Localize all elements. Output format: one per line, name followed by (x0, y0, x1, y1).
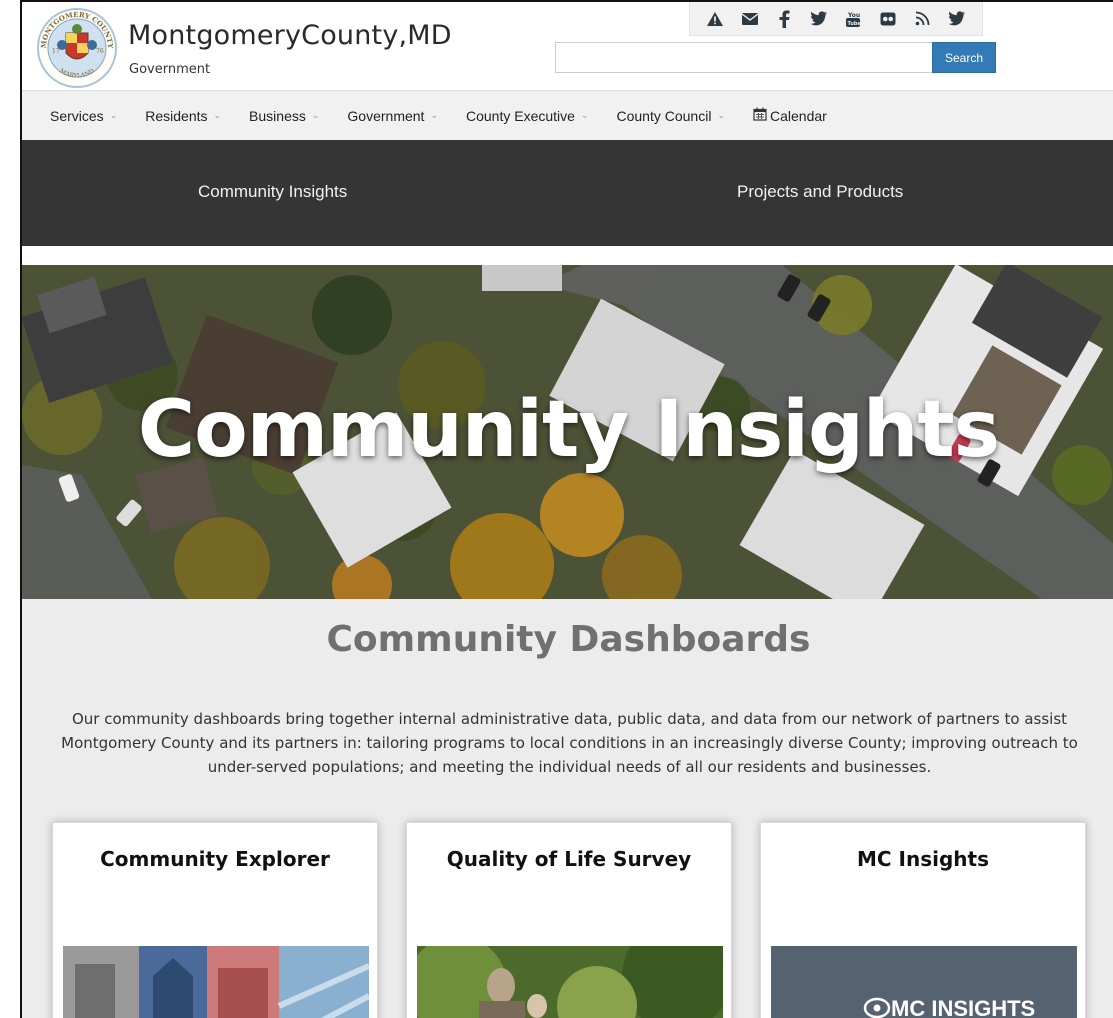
email-icon[interactable] (740, 9, 760, 29)
chevron-down-icon: ⌄ (430, 110, 438, 120)
card-title: Quality of Life Survey (446, 847, 692, 871)
nav-item-business[interactable]: Business ⌄ (249, 108, 319, 124)
county-seal-logo[interactable]: MONTGOMERY COUNTY MARYLAND 17 76 (36, 7, 118, 89)
subnav-projects-products[interactable]: Projects and Products (737, 182, 903, 202)
site-header: MONTGOMERY COUNTY MARYLAND 17 76 Montgom… (22, 2, 1113, 90)
nav-item-label: Residents (145, 107, 208, 124)
svg-text:17: 17 (52, 48, 60, 55)
subnav-community-insights[interactable]: Community Insights (198, 182, 347, 202)
hero-title: Community Insights (137, 385, 1000, 475)
chevron-down-icon: ⌄ (311, 110, 320, 120)
card-quality-of-life-survey[interactable]: Quality of Life Survey (406, 822, 732, 1018)
page-frame: MONTGOMERY COUNTY MARYLAND 17 76 Montgom… (20, 0, 1113, 1018)
rss-icon[interactable] (912, 9, 932, 29)
youtube-icon[interactable]: You Tube (843, 9, 863, 29)
nav-item-label: Government (347, 107, 425, 124)
section-subnav: Community Insights Projects and Products (22, 140, 1113, 246)
social-links-bar: You Tube (689, 2, 983, 36)
nav-item-label: County Council (616, 107, 712, 124)
nav-item-label: Services (50, 107, 104, 124)
card-community-explorer[interactable]: Community Explorer (52, 822, 378, 1018)
card-mc-insights[interactable]: MC Insights MC INSIGHTS (760, 822, 1086, 1018)
nav-item-label: Business (249, 107, 306, 124)
nav-item-residents[interactable]: Residents ⌄ (145, 108, 221, 124)
card-title: Community Explorer (100, 847, 330, 871)
flickr-icon[interactable] (878, 9, 898, 29)
twitter-icon[interactable] (947, 9, 967, 29)
search-button[interactable]: Search (932, 42, 996, 73)
alert-icon[interactable] (705, 9, 725, 29)
svg-text:You: You (847, 12, 860, 19)
nav-item-county-council[interactable]: County Council ⌄ (617, 108, 725, 124)
calendar-icon (753, 107, 767, 124)
chevron-down-icon: ⌄ (109, 110, 118, 120)
nav-item-services[interactable]: Services ⌄ (50, 108, 117, 124)
twitter-icon[interactable] (809, 9, 829, 29)
search-input[interactable] (555, 42, 932, 73)
svg-text:76: 76 (96, 48, 104, 55)
card-title: MC Insights (856, 847, 989, 871)
hero-banner: Community Insights (22, 265, 1113, 599)
nav-item-government[interactable]: Government ⌄ (347, 108, 438, 124)
card-image[interactable]: MC INSIGHTS (771, 946, 1077, 1018)
section-title: Community Dashboards (326, 619, 811, 660)
facebook-icon[interactable] (774, 9, 794, 29)
nav-item-label: Calendar (769, 107, 827, 124)
nav-item-label: County Executive (466, 107, 575, 124)
site-brand-name[interactable]: MontgomeryCounty,MD (128, 20, 452, 51)
chevron-down-icon: ⌄ (717, 110, 725, 120)
svg-text:Tube: Tube (848, 21, 862, 27)
nav-item-calendar[interactable]: Calendar (753, 107, 827, 124)
mc-insights-logo-text: MC INSIGHTS (891, 996, 1035, 1018)
card-image[interactable] (417, 946, 723, 1018)
nav-item-county-executive[interactable]: County Executive ⌄ (466, 108, 589, 124)
card-image[interactable] (63, 946, 369, 1018)
dashboards-section: Community Dashboards Our community dashb… (22, 599, 1113, 1018)
main-nav: Services ⌄ Residents ⌄ Business ⌄ Govern… (22, 90, 1113, 140)
site-brand-subtitle: Government (129, 62, 211, 77)
section-description: Our community dashboards bring together … (61, 710, 1078, 776)
chevron-down-icon: ⌄ (213, 110, 222, 120)
chevron-down-icon: ⌄ (580, 110, 589, 120)
